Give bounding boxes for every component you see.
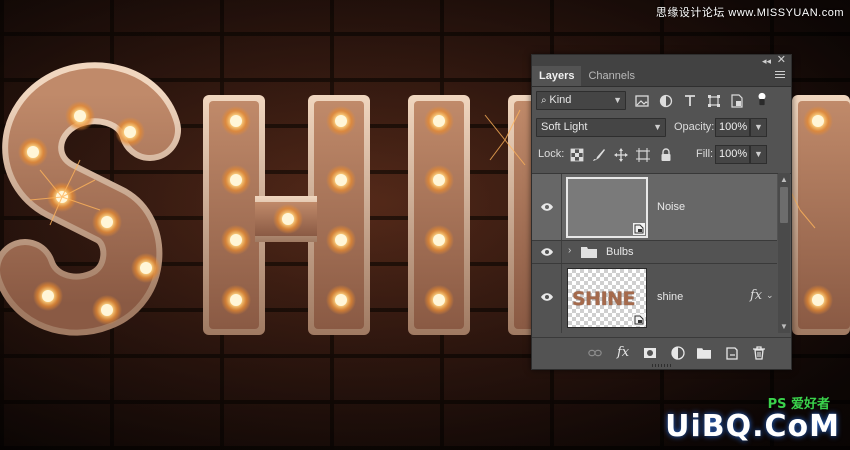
- bulb: [326, 225, 356, 255]
- layer-effects-icon[interactable]: fx: [750, 288, 762, 303]
- collapse-icon[interactable]: ◂◂: [762, 55, 771, 67]
- close-icon[interactable]: ✕: [777, 54, 786, 66]
- eye-icon[interactable]: [540, 247, 554, 257]
- lock-position-icon[interactable]: [614, 148, 628, 162]
- bulb: [92, 207, 122, 237]
- image-filter-icon[interactable]: [635, 94, 649, 108]
- scroll-down-icon[interactable]: ▼: [780, 322, 788, 331]
- watermark-top: 思缘设计论坛 www.MISSYUAN.com: [655, 7, 844, 19]
- bulb: [221, 285, 251, 315]
- smart-object-filter-icon[interactable]: [730, 94, 744, 108]
- layer-name-bulbs: Bulbs: [606, 246, 634, 258]
- thumbnail-text: SHINE: [572, 288, 636, 310]
- blend-mode-value: Soft Light: [541, 121, 588, 133]
- fill-input[interactable]: 100%: [715, 145, 750, 164]
- bulb: [803, 106, 833, 136]
- chevron-right-icon[interactable]: ›: [568, 245, 571, 256]
- bulb: [273, 204, 303, 234]
- new-group-icon[interactable]: [697, 346, 711, 360]
- layer-row-shine[interactable]: SHINE shine fx ⌄: [532, 264, 777, 333]
- layer-thumbnail-noise: [566, 177, 648, 238]
- bulb: [326, 285, 356, 315]
- bulb: [221, 106, 251, 136]
- bulb: [92, 295, 122, 325]
- panel-menu-icon[interactable]: [775, 71, 785, 81]
- panel-resize-grip[interactable]: [652, 364, 672, 367]
- lock-artboard-icon[interactable]: [636, 148, 650, 162]
- type-filter-icon[interactable]: [683, 94, 697, 108]
- bulb: [424, 225, 454, 255]
- opacity-label: Opacity:: [674, 121, 715, 133]
- fx-icon[interactable]: fx: [617, 345, 631, 360]
- bulb: [326, 165, 356, 195]
- chevron-down-icon: ▼: [653, 122, 662, 132]
- bulb: [803, 285, 833, 315]
- layers-panel: ◂◂ ✕ Layers Channels ⌕ Kind ▼ Soft Light…: [531, 54, 792, 370]
- panel-footer: fx: [532, 337, 791, 369]
- bulb: [424, 165, 454, 195]
- fill-dropdown-button[interactable]: ▼: [750, 145, 767, 164]
- folder-icon: [581, 247, 597, 258]
- bulb: [424, 106, 454, 136]
- bulb: [65, 101, 95, 131]
- blend-row: Soft Light ▼ Opacity: 100% ▼: [532, 114, 791, 141]
- chevron-down-icon: ▼: [613, 95, 622, 105]
- bulb: [131, 253, 161, 283]
- blend-mode-select[interactable]: Soft Light ▼: [536, 118, 666, 137]
- smart-object-badge-icon: [633, 223, 645, 235]
- filter-kind-label: Kind: [549, 94, 572, 106]
- lock-transparent-pixels-icon[interactable]: [570, 148, 584, 162]
- layers-scrollbar[interactable]: ▲ ▼: [778, 173, 790, 333]
- fill-label: Fill:: [696, 148, 714, 160]
- filter-toggle-icon[interactable]: [755, 92, 769, 106]
- tab-channels[interactable]: Channels: [581, 66, 641, 86]
- bulb: [18, 137, 48, 167]
- bulb: [33, 281, 63, 311]
- scrollbar-thumb[interactable]: [780, 187, 788, 223]
- adjustment-filter-icon[interactable]: [659, 94, 673, 108]
- opacity-input[interactable]: 100%: [715, 118, 750, 137]
- lock-all-icon[interactable]: [659, 148, 673, 162]
- opacity-dropdown-button[interactable]: ▼: [750, 118, 767, 137]
- bulb: [221, 165, 251, 195]
- bulb: [424, 285, 454, 315]
- eye-icon[interactable]: [540, 292, 554, 302]
- lock-row: Lock: Fill: 100% ▼: [532, 141, 791, 168]
- eye-icon[interactable]: [540, 202, 554, 212]
- site-logo: UiBQ.CoM: [665, 409, 840, 444]
- link-layers-icon[interactable]: [588, 346, 602, 360]
- chevron-down-icon[interactable]: ⌄: [766, 290, 774, 301]
- lock-label: Lock:: [538, 148, 565, 160]
- layers-list: Noise › Bulbs SHINE shine fx ⌄: [532, 173, 791, 333]
- layer-row-bulbs[interactable]: › Bulbs: [532, 241, 777, 264]
- new-layer-icon[interactable]: [725, 346, 739, 360]
- layer-thumbnail-shine: SHINE: [567, 268, 647, 328]
- panel-tabs: Layers Channels: [532, 66, 791, 87]
- layer-name-noise: Noise: [657, 201, 686, 213]
- shape-filter-icon[interactable]: [707, 94, 721, 108]
- filter-row: ⌕ Kind ▼: [532, 87, 791, 114]
- bulb: [326, 106, 356, 136]
- filter-kind-select[interactable]: ⌕ Kind ▼: [536, 91, 626, 110]
- adjustment-layer-icon[interactable]: [671, 346, 685, 360]
- scroll-up-icon[interactable]: ▲: [780, 175, 788, 184]
- bulb: [221, 225, 251, 255]
- lock-image-pixels-icon[interactable]: [592, 148, 606, 162]
- tab-layers[interactable]: Layers: [532, 66, 582, 86]
- bulb: [115, 117, 145, 147]
- layer-row-noise[interactable]: Noise: [532, 174, 777, 241]
- layer-name-shine: shine: [657, 291, 684, 303]
- trash-icon[interactable]: [752, 346, 766, 360]
- smart-object-badge-icon: [633, 314, 645, 326]
- mask-icon[interactable]: [643, 346, 657, 360]
